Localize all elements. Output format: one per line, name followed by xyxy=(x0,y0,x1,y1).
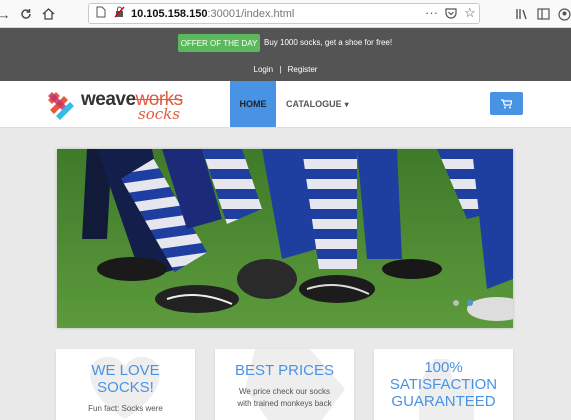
cart-button[interactable] xyxy=(490,92,523,115)
forward-icon[interactable]: → xyxy=(0,4,14,24)
logo-socks-text: socks xyxy=(138,105,180,123)
chevron-down-icon: ▾ xyxy=(344,99,349,109)
feature-we-love-socks: WE LOVE SOCKS! Fun fact: Socks were xyxy=(56,349,195,420)
insecure-lock-icon[interactable] xyxy=(114,6,125,21)
feature-best-prices: BEST PRICES We price check our socks wit… xyxy=(215,349,354,420)
reload-icon[interactable] xyxy=(16,4,36,24)
browser-toolbar: → 10.105.158.150:30001/index.html ··· ☆ xyxy=(0,0,571,28)
weaveworks-socks-logo[interactable]: weaveworks socks xyxy=(44,86,209,124)
offer-of-the-day-button[interactable]: OFFER OF THE DAY xyxy=(178,34,260,52)
sidebar-icon[interactable] xyxy=(537,4,550,24)
account-icon[interactable] xyxy=(558,4,571,24)
more-actions-icon[interactable]: ··· xyxy=(425,5,438,20)
library-icon[interactable] xyxy=(516,4,529,24)
feature-satisfaction-guaranteed: 100% SATISFACTION GUARANTEED xyxy=(374,349,513,420)
feature-body: Fun fact: Socks were xyxy=(88,404,163,413)
rugby-socks-image xyxy=(57,149,513,328)
carousel-dot-2[interactable] xyxy=(467,300,473,306)
catalogue-label: CATALOGUE xyxy=(286,99,342,109)
url-path: :30001/index.html xyxy=(207,7,295,20)
feature-title: WE LOVE SOCKS! xyxy=(91,362,160,396)
logo-mark-icon xyxy=(48,92,74,120)
login-link[interactable]: Login xyxy=(254,65,274,74)
offer-text: Buy 1000 socks, get a shoe for free! xyxy=(264,38,393,47)
feature-body: We price check our socks with trained mo… xyxy=(237,387,332,408)
carousel-indicators xyxy=(453,300,473,306)
page-info-icon[interactable] xyxy=(95,6,106,21)
link-separator: | xyxy=(279,65,282,74)
main-navbar: weaveworks socks HOME CATALOGUE ▾ xyxy=(0,81,571,128)
hero-carousel[interactable] xyxy=(57,149,513,328)
register-link[interactable]: Register xyxy=(288,65,318,74)
offer-bar: OFFER OF THE DAY Buy 1000 socks, get a s… xyxy=(0,28,571,81)
feature-title: 100% SATISFACTION GUARANTEED xyxy=(389,359,498,410)
pocket-icon[interactable] xyxy=(445,7,457,22)
url-host: 10.105.158.150 xyxy=(131,7,208,20)
login-register-links: Login | Register xyxy=(0,65,571,74)
carousel-dot-1[interactable] xyxy=(453,300,459,306)
cart-icon xyxy=(501,98,512,108)
home-icon[interactable] xyxy=(38,4,58,24)
feature-title: BEST PRICES xyxy=(235,362,334,379)
nav-catalogue-dropdown[interactable]: CATALOGUE ▾ xyxy=(286,81,349,127)
nav-home[interactable]: HOME xyxy=(230,81,276,127)
url-bar[interactable]: 10.105.158.150:30001/index.html ··· ☆ xyxy=(88,3,480,24)
bookmark-star-icon[interactable]: ☆ xyxy=(464,5,476,21)
